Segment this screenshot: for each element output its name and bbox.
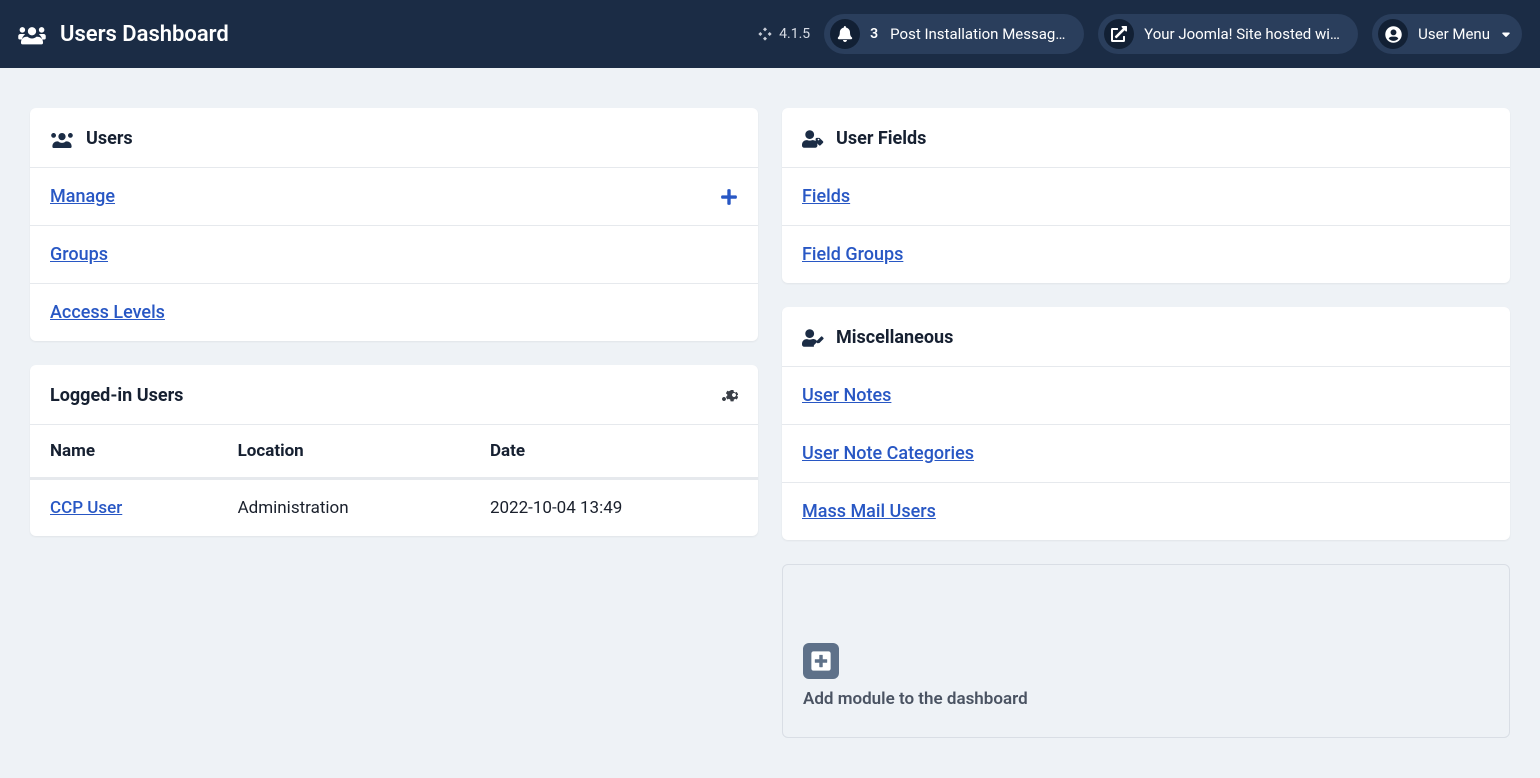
logged-user-location: Administration [218, 479, 470, 537]
bell-icon [830, 19, 860, 49]
user-fields-header: User Fields [782, 108, 1510, 167]
logged-user-link[interactable]: CCP User [50, 498, 122, 518]
logged-in-users-card: Logged-in Users Name Location Date CCP U [30, 365, 758, 536]
misc-header: Miscellaneous [782, 307, 1510, 366]
manage-row: Manage [30, 167, 758, 225]
post-install-messages-button[interactable]: 3 Post Installation Messages [824, 14, 1084, 54]
page-title-wrap: Users Dashboard [18, 22, 743, 47]
misc-card: Miscellaneous User Notes User Note Categ… [782, 307, 1510, 540]
joomla-icon [757, 26, 773, 42]
logged-in-table: Name Location Date CCP User Administrati… [30, 424, 758, 536]
version-text: 4.1.5 [779, 26, 810, 42]
user-note-categories-link[interactable]: User Note Categories [802, 443, 974, 464]
access-levels-row: Access Levels [30, 283, 758, 341]
user-fields-title: User Fields [836, 128, 926, 149]
user-edit-icon [802, 328, 824, 348]
fields-row: Fields [782, 167, 1510, 225]
fields-link[interactable]: Fields [802, 186, 850, 207]
external-link-icon [1104, 19, 1134, 49]
logged-user-date: 2022-10-04 13:49 [470, 479, 758, 537]
add-module-label: Add module to the dashboard [803, 689, 1489, 709]
dashboard-content: Users Manage Groups Access Levels Logged… [0, 68, 1540, 778]
col-name: Name [30, 425, 218, 479]
table-row: CCP User Administration 2022-10-04 13:49 [30, 479, 758, 537]
post-install-label: Post Installation Messages [890, 25, 1068, 43]
right-column: User Fields Fields Field Groups Miscella… [782, 108, 1510, 738]
field-groups-row: Field Groups [782, 225, 1510, 283]
users-card-title: Users [86, 128, 133, 149]
users-icon [18, 23, 46, 45]
groups-row: Groups [30, 225, 758, 283]
access-levels-link[interactable]: Access Levels [50, 302, 165, 323]
chevron-down-icon [1500, 28, 1512, 40]
frontend-link-label: Your Joomla! Site hosted wit... [1144, 25, 1342, 43]
plus-square-icon [803, 643, 839, 679]
left-column: Users Manage Groups Access Levels Logged… [30, 108, 758, 738]
add-user-button[interactable] [720, 188, 738, 206]
frontend-link-button[interactable]: Your Joomla! Site hosted wit... [1098, 14, 1358, 54]
manage-link[interactable]: Manage [50, 186, 115, 207]
top-bar: Users Dashboard 4.1.5 3 Post Installatio… [0, 0, 1540, 68]
user-notes-link[interactable]: User Notes [802, 385, 891, 406]
users-icon [50, 129, 74, 149]
col-date: Date [470, 425, 758, 479]
users-card: Users Manage Groups Access Levels [30, 108, 758, 341]
user-menu-button[interactable]: User Menu [1372, 14, 1522, 54]
logged-in-title: Logged-in Users [50, 385, 183, 406]
table-header-row: Name Location Date [30, 425, 758, 479]
user-notes-row: User Notes [782, 366, 1510, 424]
module-settings-button[interactable] [718, 386, 738, 406]
users-card-header: Users [30, 108, 758, 167]
user-tag-icon [802, 129, 824, 149]
mass-mail-link[interactable]: Mass Mail Users [802, 501, 936, 522]
user-menu-label: User Menu [1418, 25, 1490, 43]
col-location: Location [218, 425, 470, 479]
field-groups-link[interactable]: Field Groups [802, 244, 903, 265]
version-indicator: 4.1.5 [757, 26, 810, 42]
user-note-categories-row: User Note Categories [782, 424, 1510, 482]
page-title: Users Dashboard [60, 22, 229, 47]
user-circle-icon [1378, 19, 1408, 49]
add-module-card[interactable]: Add module to the dashboard [782, 564, 1510, 738]
user-fields-card: User Fields Fields Field Groups [782, 108, 1510, 283]
logged-in-header: Logged-in Users [30, 365, 758, 424]
mass-mail-row: Mass Mail Users [782, 482, 1510, 540]
groups-link[interactable]: Groups [50, 244, 108, 265]
misc-title: Miscellaneous [836, 327, 953, 348]
notification-count: 3 [870, 26, 880, 42]
